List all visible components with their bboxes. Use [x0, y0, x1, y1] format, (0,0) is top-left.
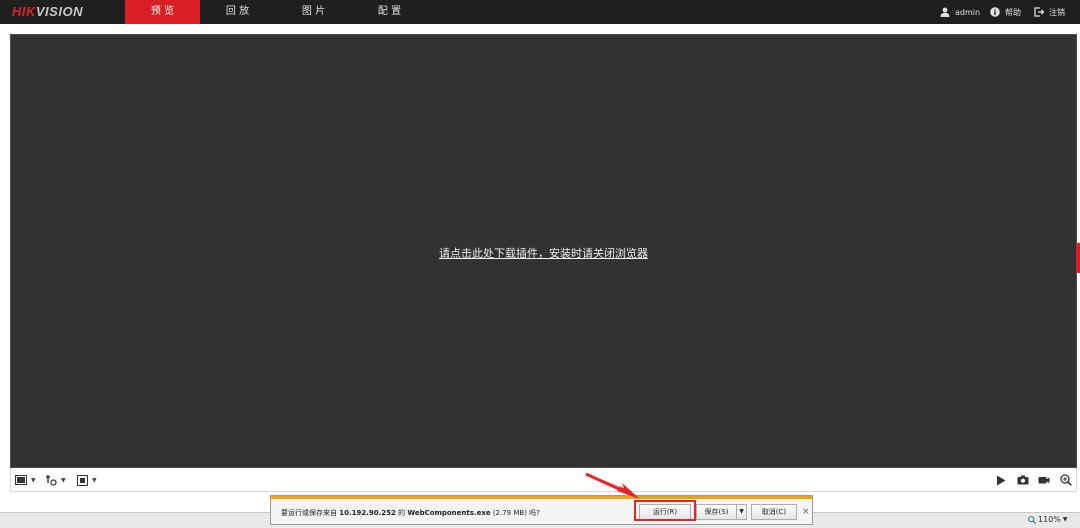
- capture-button[interactable]: [1017, 473, 1029, 487]
- run-button-highlight: [634, 500, 696, 521]
- tab-playback[interactable]: 回 放: [200, 0, 275, 24]
- tab-configuration[interactable]: 配 置: [352, 0, 427, 24]
- stream-type-button[interactable]: ▼: [45, 473, 66, 487]
- zoom-level-control[interactable]: 110% ▼: [1028, 515, 1068, 524]
- download-plugin-link[interactable]: 请点击此处下载插件，安装时请关闭浏览器: [11, 245, 1076, 261]
- logout-label: 注销: [1049, 7, 1065, 17]
- camera-icon: [1017, 475, 1029, 485]
- digital-zoom-button[interactable]: [1060, 473, 1072, 487]
- logout-icon: [1034, 7, 1044, 17]
- logout-link[interactable]: 注销: [1034, 0, 1065, 24]
- user-menu[interactable]: admin: [940, 0, 980, 24]
- tab-preview[interactable]: 预 览: [125, 0, 200, 24]
- record-icon: [1038, 477, 1050, 484]
- user-icon: [940, 7, 950, 17]
- username-label: admin: [955, 7, 981, 17]
- cancel-button[interactable]: 取消(C): [751, 504, 797, 520]
- zoom-percent: 110%: [1038, 515, 1061, 524]
- fullscreen-icon: [77, 474, 88, 486]
- download-size: (2.79 MB): [492, 509, 527, 517]
- chevron-down-icon: ▼: [61, 476, 66, 484]
- help-label: 帮助: [1005, 7, 1021, 17]
- download-host: 10.192.90.252: [339, 509, 396, 517]
- download-message: 要运行或保存来自 10.192.90.252 的 WebComponents.e…: [281, 509, 540, 517]
- magnifier-icon: [1028, 515, 1036, 524]
- play-icon: [997, 475, 1006, 485]
- chevron-down-icon: ▼: [31, 476, 36, 484]
- download-notification-bar: 要运行或保存来自 10.192.90.252 的 WebComponents.e…: [270, 495, 813, 525]
- video-toolbar: ▼ ▼ ▼: [10, 468, 1077, 492]
- record-button[interactable]: [1038, 473, 1050, 487]
- notification-accent-line: [271, 496, 812, 499]
- save-options-dropdown[interactable]: ▼: [736, 504, 747, 520]
- fullscreen-button[interactable]: ▼: [77, 473, 97, 487]
- download-filename: WebComponents.exe: [407, 509, 491, 517]
- chevron-down-icon: ▼: [1062, 516, 1068, 523]
- hikvision-logo: HIKVISION: [12, 4, 83, 19]
- chevron-down-icon: ▼: [92, 476, 97, 484]
- side-panel-toggle[interactable]: [1076, 243, 1080, 273]
- top-nav-bar: HIKVISION 预 览 回 放 图 片 配 置 admin 帮助 注销: [0, 0, 1080, 24]
- help-link[interactable]: 帮助: [990, 0, 1021, 24]
- window-layout-button[interactable]: ▼: [15, 473, 36, 487]
- stream-type-icon: [46, 475, 57, 486]
- start-live-view-button[interactable]: [996, 473, 1006, 487]
- close-icon[interactable]: ×: [802, 507, 810, 517]
- zoom-in-icon: [1060, 474, 1072, 486]
- window-layout-icon: [15, 475, 27, 485]
- tab-picture[interactable]: 图 片: [276, 0, 351, 24]
- save-button[interactable]: 保存(S): [696, 504, 737, 520]
- video-preview-area[interactable]: 请点击此处下载插件，安装时请关闭浏览器: [10, 34, 1077, 468]
- info-icon: [990, 7, 1000, 17]
